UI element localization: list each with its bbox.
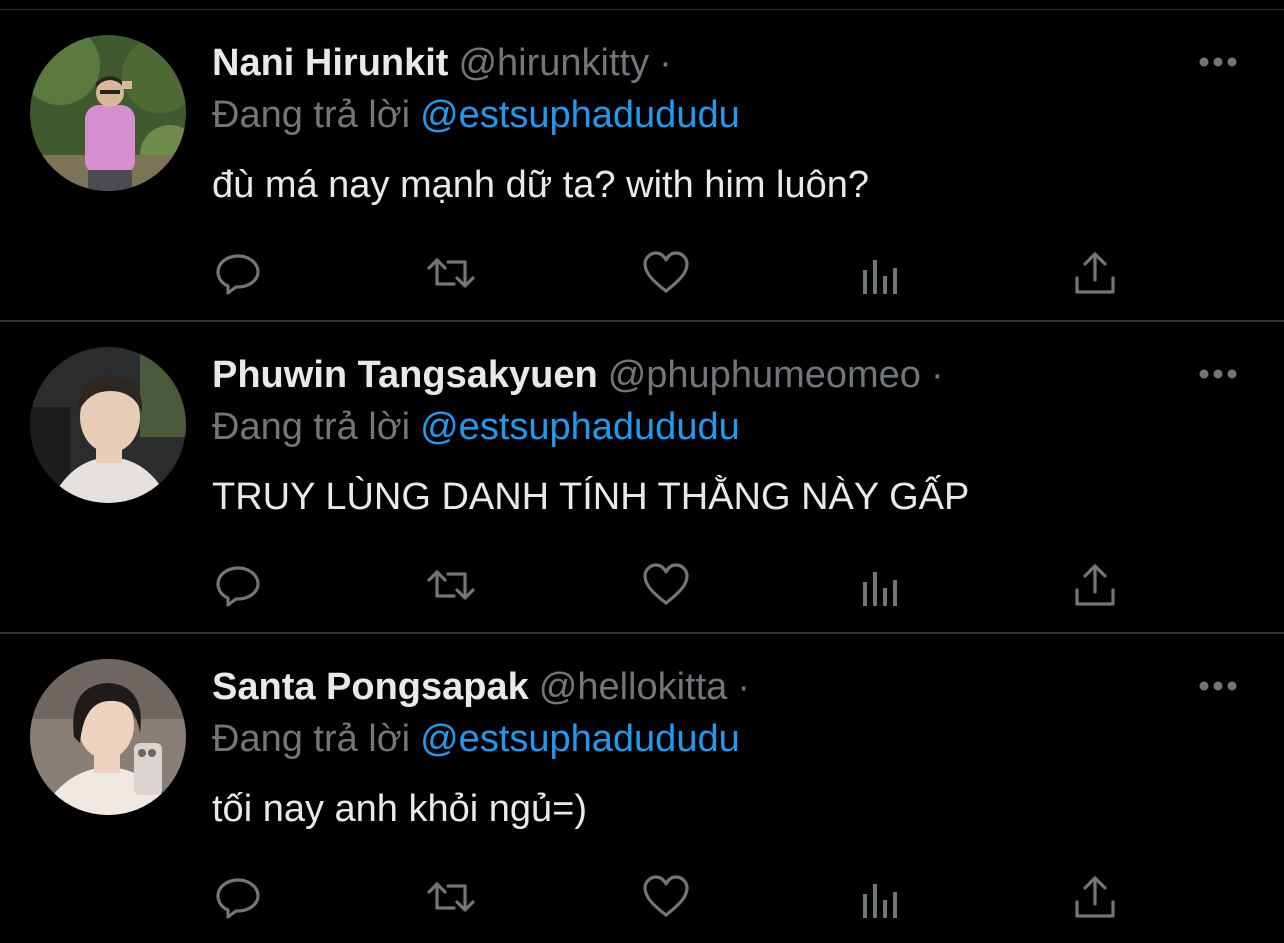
replying-to-label: Đang trả lời xyxy=(212,94,411,136)
like-icon xyxy=(643,251,689,293)
retweet-icon xyxy=(427,882,475,912)
avatar[interactable] xyxy=(30,659,186,815)
avatar[interactable] xyxy=(30,35,186,191)
separator-dot: · xyxy=(930,354,944,396)
like-icon xyxy=(643,563,689,605)
views-button[interactable] xyxy=(856,560,906,610)
reply-button[interactable] xyxy=(213,248,263,298)
share-button[interactable] xyxy=(1070,248,1120,298)
more-icon xyxy=(1199,369,1237,379)
retweet-button[interactable] xyxy=(426,872,476,922)
tweet-text: tối nay anh khỏi ngủ=) xyxy=(212,788,587,830)
share-icon xyxy=(1075,564,1115,606)
reply-icon xyxy=(216,878,260,919)
like-icon xyxy=(643,875,689,917)
replying-to-label: Đang trả lời xyxy=(212,718,411,760)
action-bar xyxy=(0,560,1284,610)
user-handle[interactable]: @hellokitta xyxy=(539,666,728,708)
retweet-button[interactable] xyxy=(426,560,476,610)
replying-to-label: Đang trả lời xyxy=(212,406,411,448)
share-button[interactable] xyxy=(1070,560,1120,610)
views-button[interactable] xyxy=(856,248,906,298)
share-icon xyxy=(1075,876,1115,918)
replying-to: Đang trả lời @estsuphadududu xyxy=(212,92,740,138)
retweet-button[interactable] xyxy=(426,248,476,298)
avatar-image xyxy=(30,659,186,815)
tweet-card[interactable]: Nani Hirunkit @hirunkitty · Đang trả lời @e… xyxy=(0,10,1284,322)
more-icon xyxy=(1199,681,1237,691)
retweet-icon xyxy=(427,570,475,600)
reply-button[interactable] xyxy=(213,872,263,922)
action-bar xyxy=(0,248,1284,298)
more-options-button[interactable] xyxy=(1198,678,1238,694)
display-name[interactable]: Phuwin Tangsakyuen xyxy=(212,354,598,396)
replying-to-handle[interactable]: @estsuphadududu xyxy=(420,94,740,136)
share-icon xyxy=(1075,252,1115,294)
reply-icon xyxy=(216,254,260,295)
views-icon xyxy=(863,572,897,606)
more-options-button[interactable] xyxy=(1198,54,1238,70)
tweet-card[interactable]: Phuwin Tangsakyuen @phuphumeomeo · Đang tr… xyxy=(0,322,1284,634)
replying-to-handle[interactable]: @estsuphadududu xyxy=(420,406,740,448)
tweet-header: Santa Pongsapak @hellokitta · xyxy=(212,664,750,710)
like-button[interactable] xyxy=(641,560,691,610)
share-button[interactable] xyxy=(1070,872,1120,922)
tweet-text: TRUY LÙNG DANH TÍNH THẰNG NÀY GẤP xyxy=(212,476,970,518)
avatar-image xyxy=(30,347,186,503)
replying-to: Đang trả lời @estsuphadududu xyxy=(212,716,740,762)
reply-button[interactable] xyxy=(213,560,263,610)
views-icon xyxy=(863,884,897,918)
tweet-text: đù má nay mạnh dữ ta? with him luôn? xyxy=(212,164,870,206)
action-bar xyxy=(0,872,1284,922)
user-handle[interactable]: @phuphumeomeo xyxy=(608,354,921,396)
tweet-card[interactable]: Santa Pongsapak @hellokitta · Đang trả lời… xyxy=(0,634,1284,943)
like-button[interactable] xyxy=(641,872,691,922)
tweet-header: Phuwin Tangsakyuen @phuphumeomeo · xyxy=(212,352,944,398)
display-name[interactable]: Nani Hirunkit xyxy=(212,42,448,84)
reply-icon xyxy=(216,566,260,607)
replying-to-handle[interactable]: @estsuphadududu xyxy=(420,718,740,760)
top-divider xyxy=(0,0,1284,10)
views-button[interactable] xyxy=(856,872,906,922)
display-name[interactable]: Santa Pongsapak xyxy=(212,666,529,708)
retweet-icon xyxy=(427,258,475,288)
views-icon xyxy=(863,260,897,294)
more-icon xyxy=(1199,57,1237,67)
replying-to: Đang trả lời @estsuphadududu xyxy=(212,404,740,450)
more-options-button[interactable] xyxy=(1198,366,1238,382)
user-handle[interactable]: @hirunkitty xyxy=(458,42,649,84)
avatar[interactable] xyxy=(30,347,186,503)
like-button[interactable] xyxy=(641,248,691,298)
tweet-header: Nani Hirunkit @hirunkitty · xyxy=(212,40,672,86)
separator-dot: · xyxy=(737,666,750,708)
separator-dot: · xyxy=(659,42,672,84)
avatar-image xyxy=(30,35,186,191)
